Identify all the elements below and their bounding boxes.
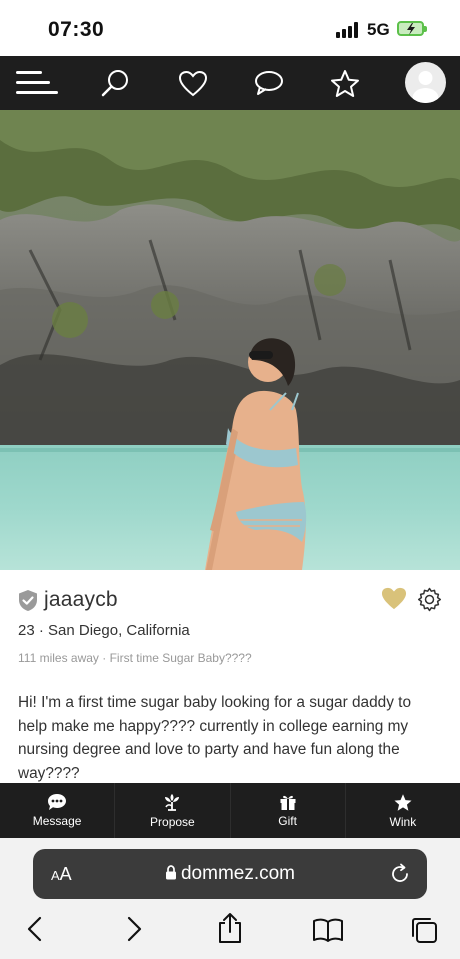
favorite-heart-icon[interactable] (380, 586, 408, 616)
profile-photo[interactable] (0, 110, 460, 570)
wink-star-icon (394, 793, 412, 811)
distance-tagline: 111 miles away · First time Sugar Baby??… (18, 651, 252, 665)
heart-icon[interactable] (176, 56, 210, 110)
message-icon (48, 794, 67, 810)
age-location: 23 · San Diego, California (18, 622, 190, 639)
chat-icon[interactable] (252, 56, 286, 110)
gift-button[interactable]: Gift (231, 783, 346, 838)
gift-label: Gift (278, 814, 297, 828)
star-icon[interactable] (328, 56, 362, 110)
message-label: Message (32, 814, 82, 828)
gear-icon[interactable] (417, 587, 442, 617)
wink-button[interactable]: Wink (346, 783, 460, 838)
status-bar: 07:30 5G (0, 0, 460, 56)
menu-icon[interactable] (16, 56, 58, 110)
url-text: dommez.com (180, 863, 296, 884)
verified-shield-icon (19, 589, 37, 611)
propose-label: Propose (150, 815, 195, 829)
propose-icon (165, 794, 180, 811)
address-bar[interactable]: AA dommez.com (33, 849, 427, 899)
gift-icon (280, 795, 296, 810)
status-time: 07:30 (48, 18, 105, 41)
back-icon[interactable] (26, 916, 44, 942)
share-icon[interactable] (217, 912, 243, 944)
battery-icon (397, 21, 427, 36)
username: jaaaycb (44, 588, 118, 611)
url-display[interactable]: dommez.com (33, 863, 427, 885)
wink-label: Wink (389, 814, 417, 829)
reload-icon[interactable] (389, 863, 411, 885)
username-row: jaaaycb (18, 588, 118, 612)
bio-text: Hi! I'm a first time sugar baby looking … (18, 694, 412, 782)
search-icon[interactable] (98, 56, 132, 110)
propose-button[interactable]: Propose (115, 783, 231, 838)
profile-section: jaaaycb 23 · San Diego, California 111 m… (0, 570, 460, 783)
forward-icon[interactable] (125, 916, 143, 942)
network-type: 5G (367, 20, 390, 39)
lock-icon (165, 865, 176, 880)
avatar[interactable] (405, 62, 446, 103)
top-nav (0, 56, 460, 110)
tabs-icon[interactable] (410, 916, 438, 944)
signal-icon (336, 22, 360, 38)
action-bar: Message Propose Gift Wink (0, 783, 460, 838)
message-button[interactable]: Message (0, 783, 116, 838)
bookmarks-icon[interactable] (312, 918, 344, 942)
browser-toolbar: AA dommez.com (0, 838, 460, 959)
